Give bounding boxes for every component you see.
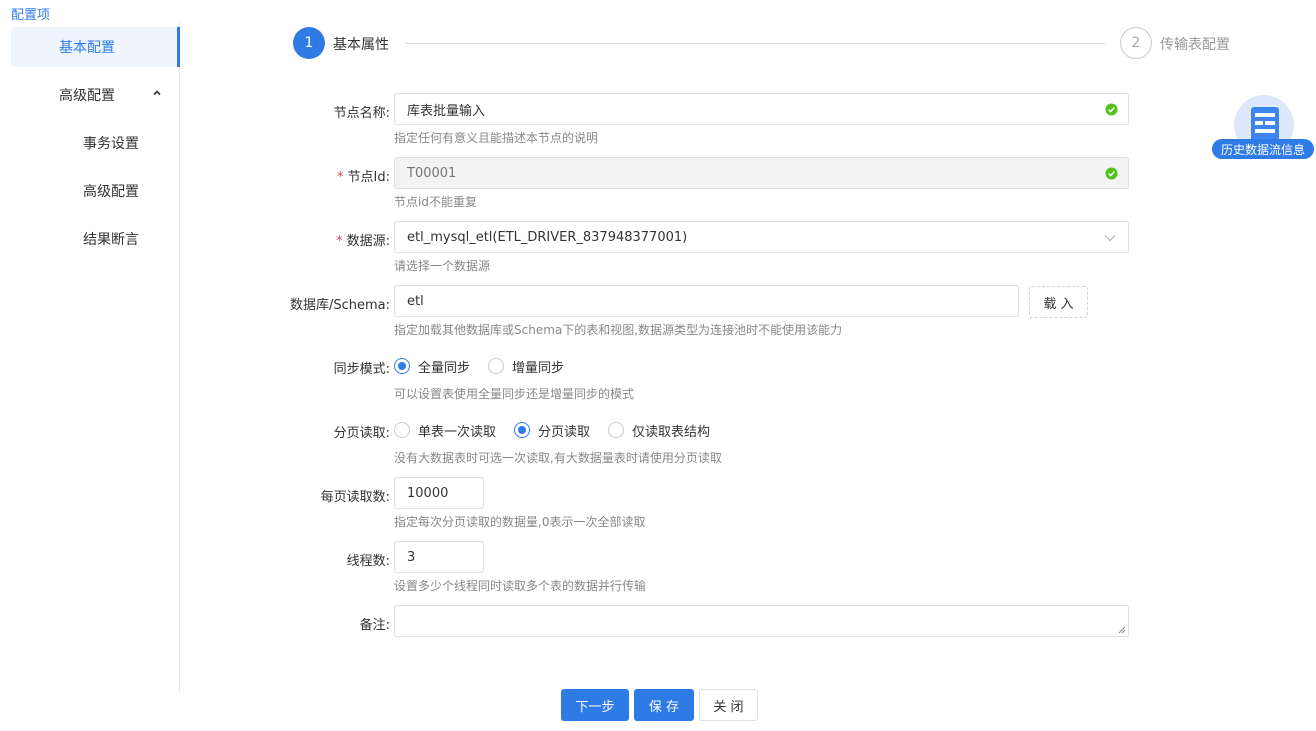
load-button[interactable]: 载 入 xyxy=(1029,286,1088,318)
sidebar-item-label: 事务设置 xyxy=(83,136,139,152)
page-read-radio-group: 单表一次读取 分页读取 仅读取表结构 xyxy=(394,420,728,440)
required-mark: * xyxy=(337,170,344,185)
sidebar: 基本配置 高级配置 事务设置 高级配置 结果断言 xyxy=(0,22,180,692)
radio-unchecked-icon xyxy=(488,358,505,374)
step-connector xyxy=(405,43,1105,44)
sync-mode-label: 同步模式: xyxy=(333,362,390,377)
threads-input[interactable]: 3 xyxy=(394,541,484,573)
node-id-value: T00001 xyxy=(407,165,457,181)
sidebar-item-basic-config[interactable]: 基本配置 xyxy=(11,27,180,67)
check-circle-icon xyxy=(1105,167,1118,180)
sidebar-item-transaction-settings[interactable]: 事务设置 xyxy=(11,123,180,163)
node-id-input[interactable]: T00001 xyxy=(394,157,1129,189)
page-size-value: 10000 xyxy=(407,485,449,501)
page-root: 配置项 基本配置 高级配置 事务设置 高级配置 结果断言 1 基本属性 2 传输… xyxy=(0,0,1316,731)
sync-mode-full-radio[interactable]: 全量同步 xyxy=(394,357,470,376)
page-size-label: 每页读取数: xyxy=(320,490,390,505)
close-button[interactable]: 关 闭 xyxy=(699,689,758,721)
step-2-label: 传输表配置 xyxy=(1160,37,1230,53)
radio-label: 分页读取 xyxy=(538,424,591,440)
schema-input[interactable]: etl xyxy=(394,285,1019,317)
threads-label: 线程数: xyxy=(346,554,390,569)
history-dataflow-label: 历史数据流信息 xyxy=(1212,139,1314,159)
chevron-down-icon xyxy=(1104,235,1116,242)
node-id-hint: 节点id不能重复 xyxy=(394,195,477,209)
sync-mode-hint: 可以设置表使用全量同步还是增量同步的模式 xyxy=(394,387,635,401)
radio-unchecked-icon xyxy=(608,422,625,438)
radio-label: 仅读取表结构 xyxy=(632,424,711,440)
threads-hint: 设置多少个线程同时读取多个表的数据并行传输 xyxy=(394,579,647,593)
step-1-indicator: 1 xyxy=(293,27,325,59)
sync-mode-radio-group: 全量同步 增量同步 xyxy=(394,356,582,376)
remark-textarea[interactable] xyxy=(394,605,1129,637)
page-read-paged-radio[interactable]: 分页读取 xyxy=(514,421,590,440)
radio-checked-icon xyxy=(394,358,410,374)
sidebar-title: 配置项 xyxy=(11,8,51,23)
step-2-indicator: 2 xyxy=(1120,27,1152,59)
radio-label: 全量同步 xyxy=(418,360,471,376)
remark-label: 备注: xyxy=(359,618,390,633)
required-mark: * xyxy=(336,234,343,249)
radio-checked-icon xyxy=(514,422,531,438)
radio-unchecked-icon xyxy=(394,422,410,438)
schema-hint: 指定加载其他数据库或Schema下的表和视图,数据源类型为连接池时不能使用该能力 xyxy=(394,323,843,337)
page-read-single-radio[interactable]: 单表一次读取 xyxy=(394,421,496,440)
datasource-label: * 数据源: xyxy=(336,234,390,249)
chevron-up-icon xyxy=(153,90,161,96)
resize-handle-icon[interactable] xyxy=(1118,626,1126,634)
page-size-input[interactable]: 10000 xyxy=(394,477,484,509)
page-read-hint: 没有大数据表时可选一次读取,有大数据量表时请使用分页读取 xyxy=(394,451,722,465)
datasource-value: etl_mysql_etl(ETL_DRIVER_837948377001) xyxy=(407,229,688,245)
node-id-label: * 节点Id: xyxy=(337,170,390,185)
threads-value: 3 xyxy=(407,549,416,565)
node-name-hint: 指定任何有意义且能描述本节点的说明 xyxy=(394,131,599,145)
page-read-structure-radio[interactable]: 仅读取表结构 xyxy=(608,421,710,440)
page-read-label: 分页读取: xyxy=(333,426,390,441)
schema-value: etl xyxy=(407,293,424,309)
schema-label: 数据库/Schema: xyxy=(289,298,390,313)
save-button[interactable]: 保 存 xyxy=(634,689,694,721)
history-dataflow-widget[interactable]: 历史数据流信息 xyxy=(1212,95,1316,161)
node-name-value: 库表批量输入 xyxy=(407,103,486,119)
datasource-hint: 请选择一个数据源 xyxy=(394,259,491,273)
sidebar-item-label: 基本配置 xyxy=(59,40,115,56)
step-1-label: 基本属性 xyxy=(333,37,389,53)
datasource-select[interactable]: etl_mysql_etl(ETL_DRIVER_837948377001) xyxy=(394,221,1129,253)
document-list-icon xyxy=(1251,107,1279,141)
next-button[interactable]: 下一步 xyxy=(561,689,629,721)
radio-label: 增量同步 xyxy=(512,360,565,376)
page-size-hint: 指定每次分页读取的数据量,0表示一次全部读取 xyxy=(394,515,646,529)
node-name-input[interactable]: 库表批量输入 xyxy=(394,93,1129,125)
sync-mode-incremental-radio[interactable]: 增量同步 xyxy=(488,357,564,376)
radio-label: 单表一次读取 xyxy=(418,424,497,440)
node-name-label: 节点名称: xyxy=(333,106,390,121)
check-circle-icon xyxy=(1105,103,1118,116)
